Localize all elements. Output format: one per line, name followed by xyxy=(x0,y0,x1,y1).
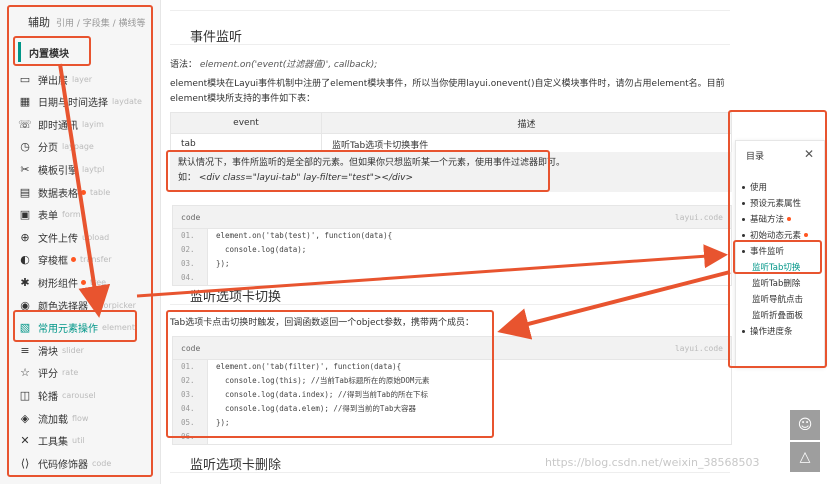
arrow-toc-to-section xyxy=(497,270,731,340)
annotation-arrows xyxy=(58,63,731,340)
arrow-group-to-element xyxy=(58,63,111,318)
arrow-element-to-toc xyxy=(136,244,728,298)
